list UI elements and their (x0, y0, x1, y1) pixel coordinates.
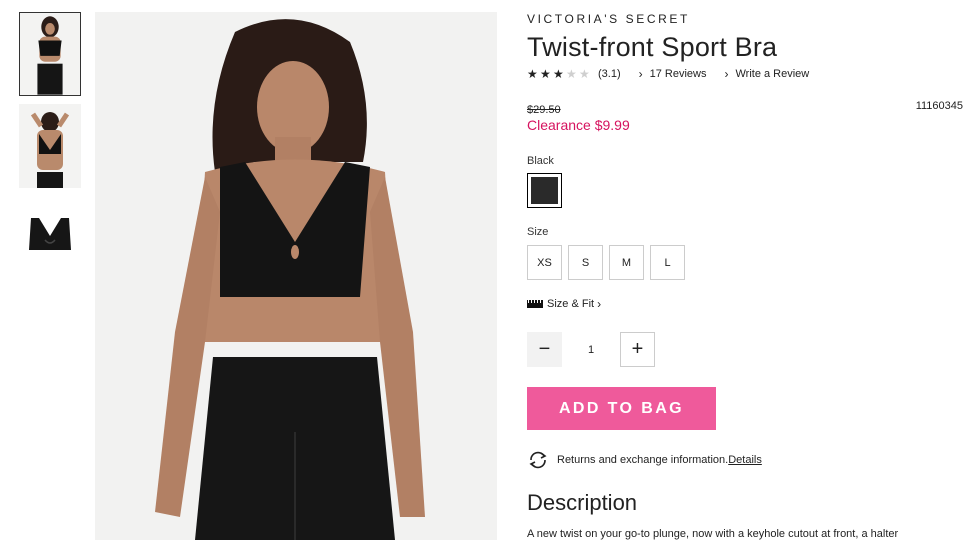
size-label: Size (527, 226, 549, 238)
returns-info: Returns and exchange information. Detail… (527, 451, 963, 469)
star-icon: ★ (566, 67, 577, 81)
chevron-right-icon: › (597, 297, 602, 311)
chevron-right-icon: › (724, 67, 729, 81)
rating-row: ★ ★ ★ ★ ★ (3.1) › 17 Reviews › Write a R… (527, 67, 963, 81)
rating-value: (3.1) (598, 68, 621, 80)
sale-price: Clearance $9.99 (527, 117, 630, 133)
swatch-fill (531, 177, 558, 204)
bra-product-thumbnail-image (19, 196, 81, 280)
product-main-image (95, 12, 497, 540)
size-fit-label: Size & Fit (547, 298, 595, 310)
size-option-l[interactable]: L (650, 245, 685, 280)
price-row: $29.50 11160345 (527, 100, 963, 116)
returns-details-link[interactable]: Details (728, 454, 762, 466)
quantity-increase-button[interactable]: + (620, 332, 655, 367)
original-price: $29.50 (527, 104, 561, 116)
star-icon: ★ (540, 67, 551, 81)
model-front-thumbnail-image (20, 13, 80, 95)
returns-text: Returns and exchange information. (557, 454, 729, 466)
thumbnail-front[interactable] (19, 12, 81, 96)
returns-icon (529, 451, 547, 469)
write-review-link[interactable]: › Write a Review (724, 68, 809, 80)
add-to-bag-button[interactable]: ADD TO BAG (527, 387, 716, 430)
color-label: Black (527, 155, 554, 167)
brand-name: VICTORIA'S SECRET (527, 12, 690, 26)
rating-stars[interactable]: ★ ★ ★ ★ ★ (527, 68, 592, 80)
product-info-panel: VICTORIA'S SECRET Twist-front Sport Bra … (527, 12, 963, 540)
thumbnail-product[interactable] (19, 196, 81, 280)
size-fit-link[interactable]: Size & Fit › (527, 298, 963, 310)
product-sku: 11160345 (915, 100, 963, 112)
star-icon: ★ (553, 67, 564, 81)
size-option-xs[interactable]: XS (527, 245, 562, 280)
star-icon: ★ (579, 67, 590, 81)
color-swatch-black[interactable] (527, 173, 562, 208)
star-icon: ★ (527, 67, 538, 81)
reviews-link-label: 17 Reviews (649, 68, 707, 80)
size-options: XS S M L (527, 245, 963, 280)
chevron-right-icon: › (638, 67, 643, 81)
quantity-decrease-button[interactable]: − (527, 332, 562, 367)
description-heading: Description (527, 490, 638, 515)
write-review-label: Write a Review (735, 68, 810, 80)
description-text: A new twist on your go-to plunge, now wi… (527, 528, 899, 540)
quantity-stepper: − 1 + (527, 332, 963, 367)
ruler-icon (527, 300, 543, 308)
quantity-value[interactable]: 1 (562, 344, 620, 356)
thumbnail-back[interactable] (19, 104, 81, 188)
size-option-s[interactable]: S (568, 245, 603, 280)
size-option-m[interactable]: M (609, 245, 644, 280)
product-title: Twist-front Sport Bra (527, 32, 778, 62)
model-back-thumbnail-image (19, 104, 81, 188)
thumbnail-list (19, 12, 83, 288)
reviews-link[interactable]: › 17 Reviews (639, 68, 707, 80)
